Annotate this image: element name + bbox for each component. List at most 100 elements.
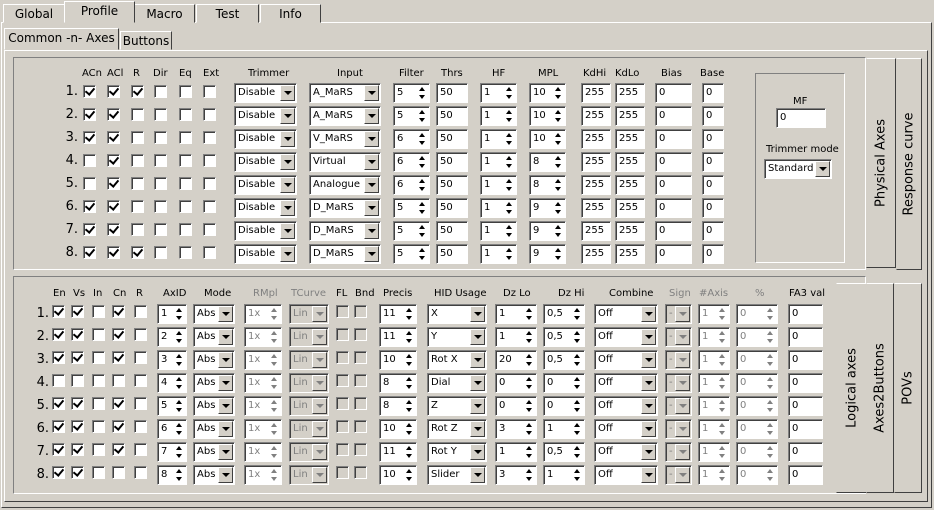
- kdlo-field[interactable]: 255: [615, 244, 645, 264]
- phys-r-checkbox[interactable]: [131, 85, 144, 98]
- phys-eq-checkbox[interactable]: [179, 108, 192, 121]
- spinner-arrows-icon[interactable]: [571, 398, 583, 414]
- kdlo-field[interactable]: 255: [615, 106, 645, 126]
- phys-acl-checkbox[interactable]: [107, 177, 120, 190]
- spinner-arrows-icon[interactable]: [552, 85, 564, 101]
- kdlo-field[interactable]: 255: [615, 152, 645, 172]
- hid-usage-dropdown[interactable]: Rot Z: [427, 419, 487, 439]
- phys-eq-checkbox[interactable]: [179, 223, 192, 236]
- side-tab-axes2buttons[interactable]: Axes2Buttons: [866, 283, 894, 493]
- chevron-down-icon[interactable]: [280, 131, 295, 147]
- log-vs-checkbox[interactable]: [71, 305, 84, 318]
- precis-field[interactable]: 8: [379, 396, 417, 416]
- base-field[interactable]: 0: [702, 129, 724, 149]
- hf-field[interactable]: 1: [480, 129, 517, 149]
- spinner-arrows-icon[interactable]: [523, 352, 535, 368]
- hid-usage-dropdown[interactable]: Z: [427, 396, 487, 416]
- fa3-val-field[interactable]: 0: [788, 419, 823, 439]
- phys-dir-checkbox[interactable]: [154, 108, 167, 121]
- spinner-arrows-icon[interactable]: [571, 467, 583, 483]
- chevron-down-icon[interactable]: [364, 246, 379, 262]
- phys-acl-checkbox[interactable]: [107, 200, 120, 213]
- combine-dropdown[interactable]: Off: [594, 327, 658, 347]
- log-en-checkbox[interactable]: [52, 374, 65, 387]
- phys-r-checkbox[interactable]: [131, 154, 144, 167]
- log-in-checkbox[interactable]: [92, 443, 105, 456]
- phys-dir-checkbox[interactable]: [154, 246, 167, 259]
- axid-field[interactable]: 8: [157, 465, 187, 485]
- kdhi-field[interactable]: 255: [581, 106, 611, 126]
- log-vs-checkbox[interactable]: [71, 374, 84, 387]
- base-field[interactable]: 0: [702, 83, 724, 103]
- trimmer-dropdown[interactable]: Disable: [234, 175, 297, 195]
- phys-acl-checkbox[interactable]: [107, 223, 120, 236]
- phys-dir-checkbox[interactable]: [154, 200, 167, 213]
- side-tab-povs[interactable]: POVs: [894, 283, 922, 493]
- hid-usage-dropdown[interactable]: Rot X: [427, 350, 487, 370]
- mpl-field[interactable]: 8: [529, 152, 566, 172]
- hf-field[interactable]: 1: [480, 198, 517, 218]
- phys-ext-checkbox[interactable]: [203, 108, 216, 121]
- phys-ext-checkbox[interactable]: [203, 177, 216, 190]
- log-r-checkbox[interactable]: [134, 420, 147, 433]
- spinner-arrows-icon[interactable]: [403, 398, 415, 414]
- input-dropdown[interactable]: D_MaRS: [309, 198, 381, 218]
- chevron-down-icon[interactable]: [218, 444, 233, 460]
- spinner-arrows-icon[interactable]: [416, 108, 428, 124]
- chevron-down-icon[interactable]: [641, 306, 656, 322]
- kdlo-field[interactable]: 255: [615, 129, 645, 149]
- chevron-down-icon[interactable]: [218, 306, 233, 322]
- spinner-arrows-icon[interactable]: [403, 352, 415, 368]
- phys-acn-checkbox[interactable]: [83, 108, 96, 121]
- hid-usage-dropdown[interactable]: Y: [427, 327, 487, 347]
- kdhi-field[interactable]: 255: [581, 83, 611, 103]
- spinner-arrows-icon[interactable]: [552, 246, 564, 262]
- chevron-down-icon[interactable]: [218, 352, 233, 368]
- log-r-checkbox[interactable]: [134, 305, 147, 318]
- hf-field[interactable]: 1: [480, 221, 517, 241]
- kdlo-field[interactable]: 255: [615, 221, 645, 241]
- input-dropdown[interactable]: D_MaRS: [309, 221, 381, 241]
- hf-field[interactable]: 1: [480, 83, 517, 103]
- log-cn-checkbox[interactable]: [112, 305, 125, 318]
- hf-field[interactable]: 1: [480, 175, 517, 195]
- side-tab-logical-axes[interactable]: Logical axes: [836, 283, 868, 493]
- combine-dropdown[interactable]: Off: [594, 304, 658, 324]
- chevron-down-icon[interactable]: [364, 223, 379, 239]
- log-vs-checkbox[interactable]: [71, 420, 84, 433]
- trimmer-dropdown[interactable]: Disable: [234, 244, 297, 264]
- mpl-field[interactable]: 10: [529, 106, 566, 126]
- dz-hi-field[interactable]: 1: [543, 419, 585, 439]
- spinner-arrows-icon[interactable]: [403, 421, 415, 437]
- dz-hi-field[interactable]: 0: [543, 373, 585, 393]
- log-cn-checkbox[interactable]: [112, 420, 125, 433]
- phys-acn-checkbox[interactable]: [83, 85, 96, 98]
- mode-dropdown[interactable]: Abs: [193, 465, 235, 485]
- phys-r-checkbox[interactable]: [131, 223, 144, 236]
- phys-acn-checkbox[interactable]: [83, 131, 96, 144]
- chevron-down-icon[interactable]: [641, 421, 656, 437]
- thrs-field[interactable]: 50: [436, 198, 468, 218]
- spinner-arrows-icon[interactable]: [503, 246, 515, 262]
- spinner-arrows-icon[interactable]: [416, 131, 428, 147]
- log-r-checkbox[interactable]: [134, 328, 147, 341]
- chevron-down-icon[interactable]: [280, 246, 295, 262]
- spinner-arrows-icon[interactable]: [552, 223, 564, 239]
- spinner-arrows-icon[interactable]: [173, 306, 185, 322]
- phys-ext-checkbox[interactable]: [203, 154, 216, 167]
- chevron-down-icon[interactable]: [641, 375, 656, 391]
- chevron-down-icon[interactable]: [280, 154, 295, 170]
- spinner-arrows-icon[interactable]: [416, 85, 428, 101]
- spinner-arrows-icon[interactable]: [503, 200, 515, 216]
- log-r-checkbox[interactable]: [134, 351, 147, 364]
- precis-field[interactable]: 11: [379, 304, 417, 324]
- dz-lo-field[interactable]: 3: [495, 419, 537, 439]
- chevron-down-icon[interactable]: [280, 200, 295, 216]
- spinner-arrows-icon[interactable]: [416, 177, 428, 193]
- spinner-arrows-icon[interactable]: [173, 375, 185, 391]
- dz-hi-field[interactable]: 0,5: [543, 442, 585, 462]
- log-in-checkbox[interactable]: [92, 328, 105, 341]
- base-field[interactable]: 0: [702, 221, 724, 241]
- bias-field[interactable]: 0: [655, 83, 692, 103]
- spinner-arrows-icon[interactable]: [503, 223, 515, 239]
